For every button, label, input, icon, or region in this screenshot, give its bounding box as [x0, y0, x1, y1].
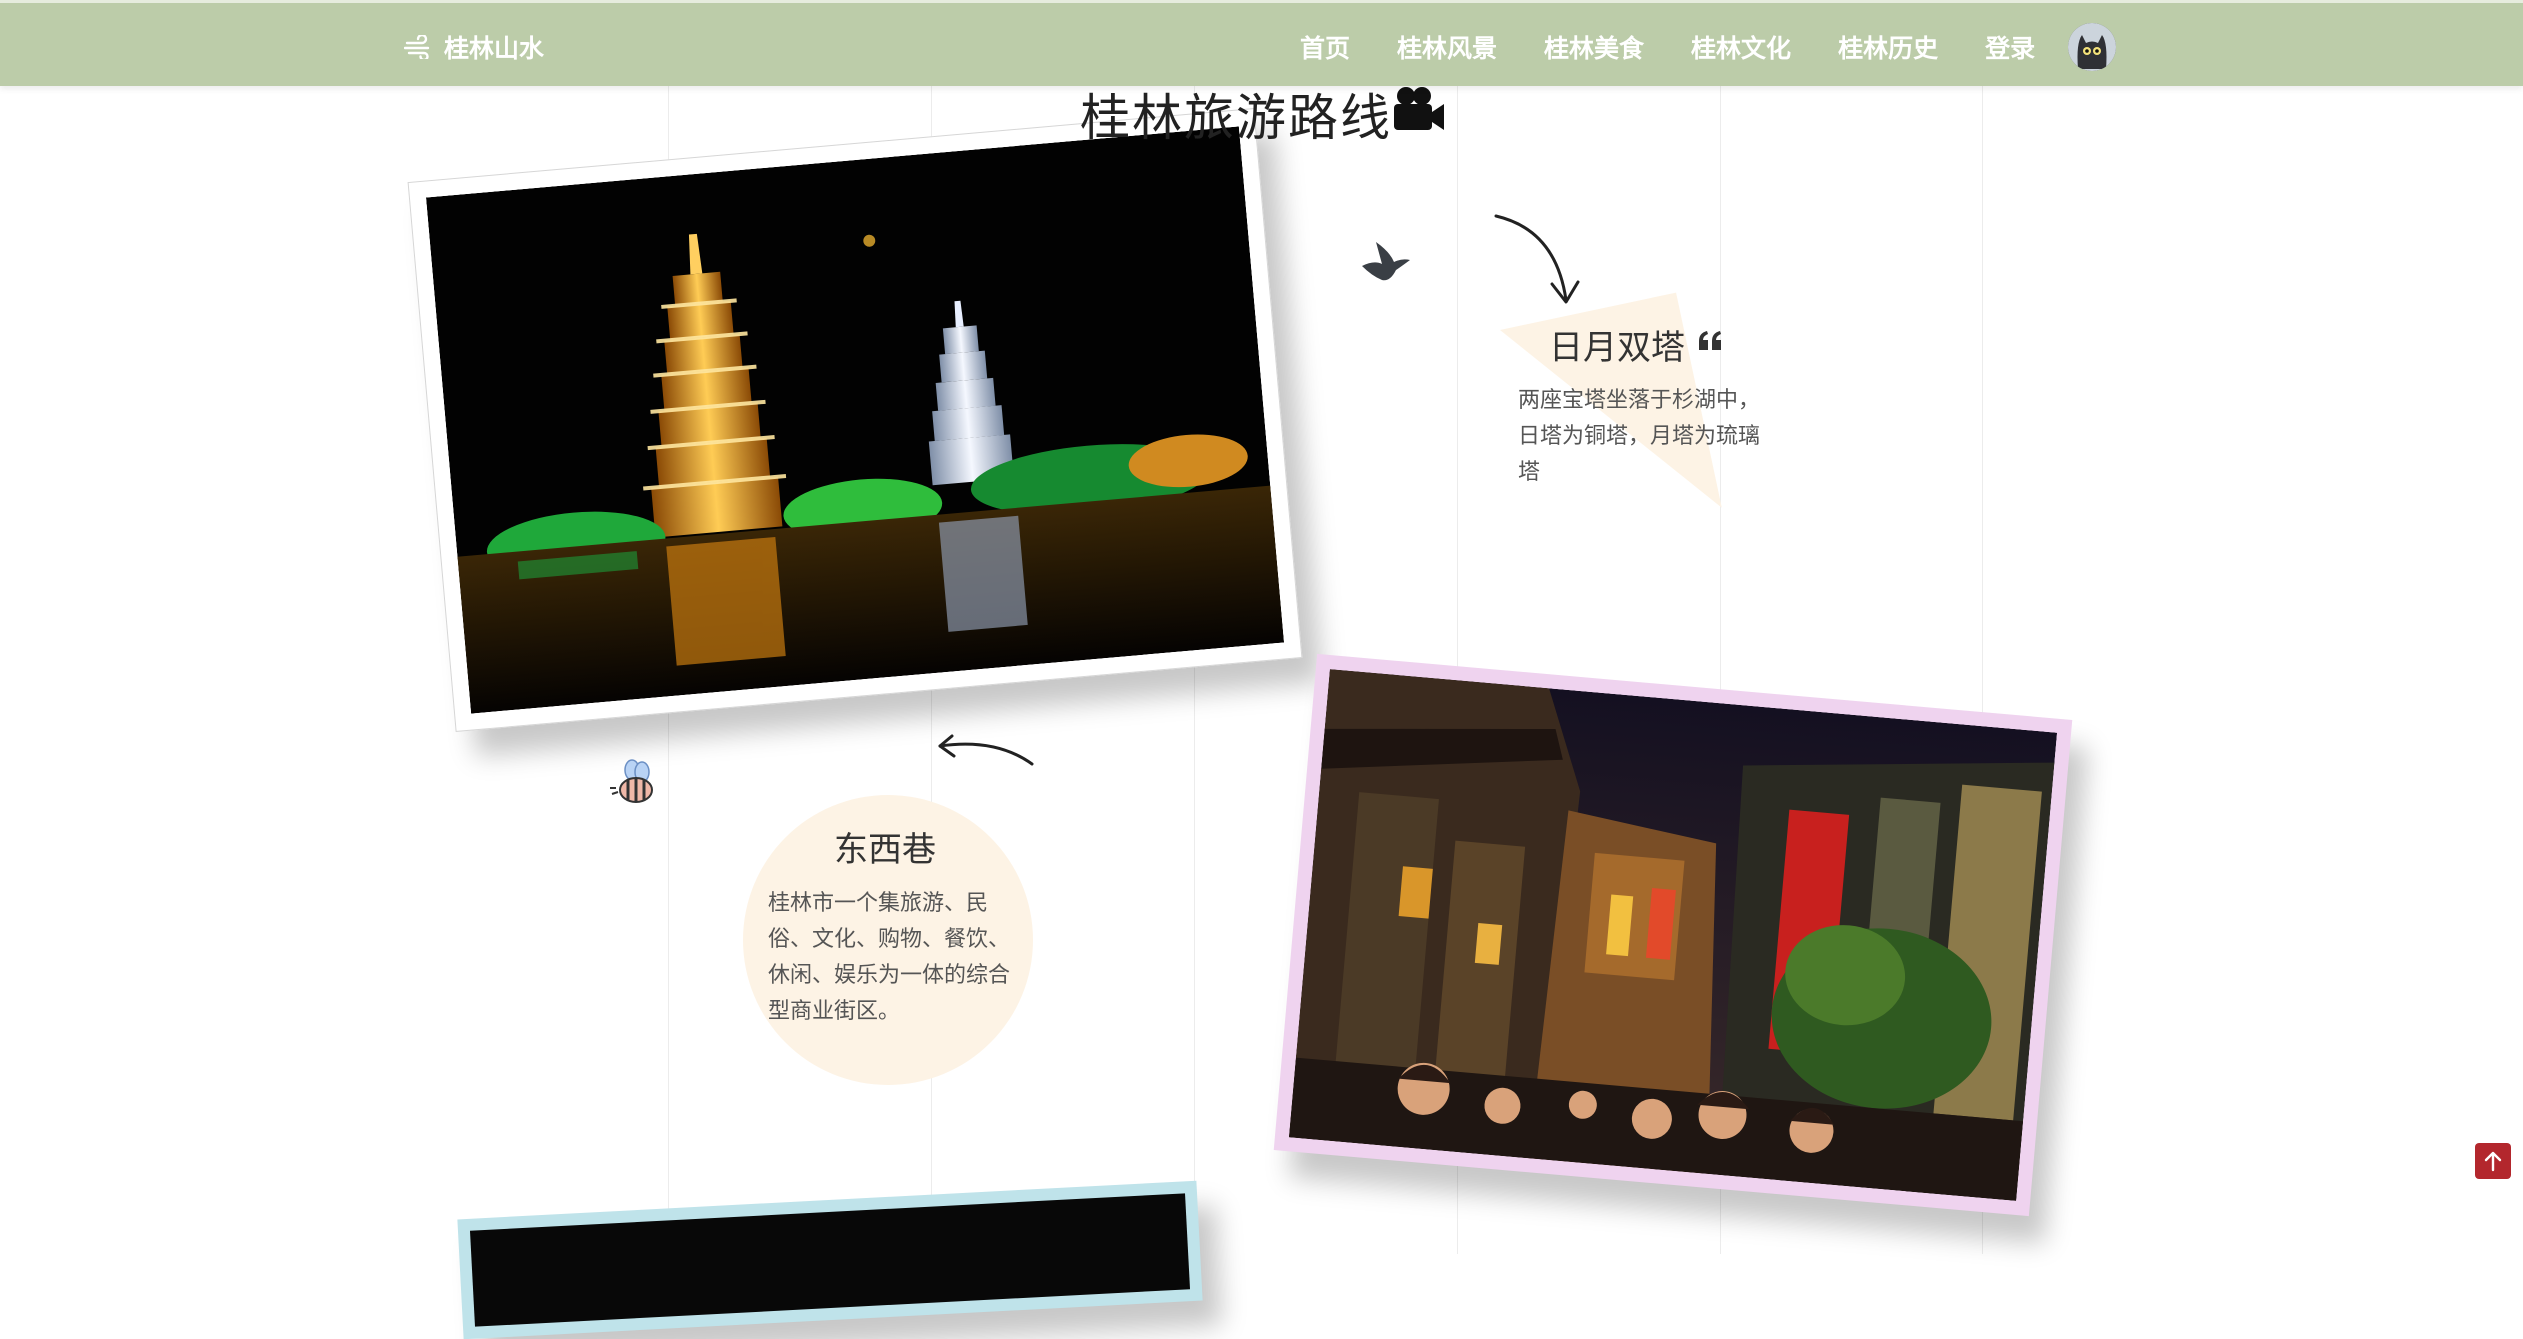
nav-home[interactable]: 首页 — [1300, 29, 1350, 65]
photo-third-route — [457, 1180, 1203, 1339]
brand-name: 桂林山水 — [444, 34, 545, 63]
nav-history[interactable]: 桂林历史 — [1838, 29, 1938, 65]
camera-icon — [1394, 87, 1444, 130]
nav-food[interactable]: 桂林美食 — [1544, 29, 1644, 65]
bee-icon — [610, 759, 653, 803]
quote-icon — [1699, 331, 1721, 350]
spot-title-east-west-lane: 东西巷 — [834, 830, 936, 870]
nav-culture[interactable]: 桂林文化 — [1691, 29, 1791, 65]
back-to-top-button[interactable] — [2475, 1143, 2511, 1179]
nav-login[interactable]: 登录 — [1985, 29, 2035, 65]
spot-desc-east-west-lane: 桂林市一个集旅游、民俗、文化、购物、餐饮、休闲、娱乐为一体的综合型商业街区。 — [768, 891, 1011, 1024]
section-title-wrap: 桂林旅游路线 — [1080, 86, 1440, 146]
arrow-up-icon — [2484, 1151, 2502, 1172]
bird-icon — [1362, 242, 1410, 281]
pagoda-night-image — [425, 126, 1285, 714]
avatar[interactable] — [2068, 23, 2116, 71]
photo-east-west-lane — [1273, 653, 2073, 1217]
nav-menu: 首页 桂林风景 桂林美食 桂林文化 桂林历史 登录 — [1300, 29, 2082, 65]
section-title: 桂林旅游路线 — [1080, 89, 1392, 146]
wind-icon — [404, 35, 430, 59]
street-night-image — [1288, 669, 2058, 1201]
curved-arrow-icon — [1494, 214, 1580, 304]
cat-avatar — [2068, 23, 2116, 71]
spot-title-sun-moon: 日月双塔 — [1549, 328, 1685, 368]
nav-scenery[interactable]: 桂林风景 — [1397, 29, 1497, 65]
brand-logo[interactable]: 桂林山水 — [404, 29, 544, 65]
photo-sun-moon-pagodas — [407, 108, 1303, 732]
curved-arrow-icon — [938, 734, 1034, 766]
navbar: 桂林山水 首页 桂林风景 桂林美食 桂林文化 桂林历史 登录 — [0, 0, 2523, 86]
spot-desc-sun-moon: 两座宝塔坐落于杉湖中，日塔为铜塔，月塔为琉璃塔 — [1518, 388, 1761, 485]
